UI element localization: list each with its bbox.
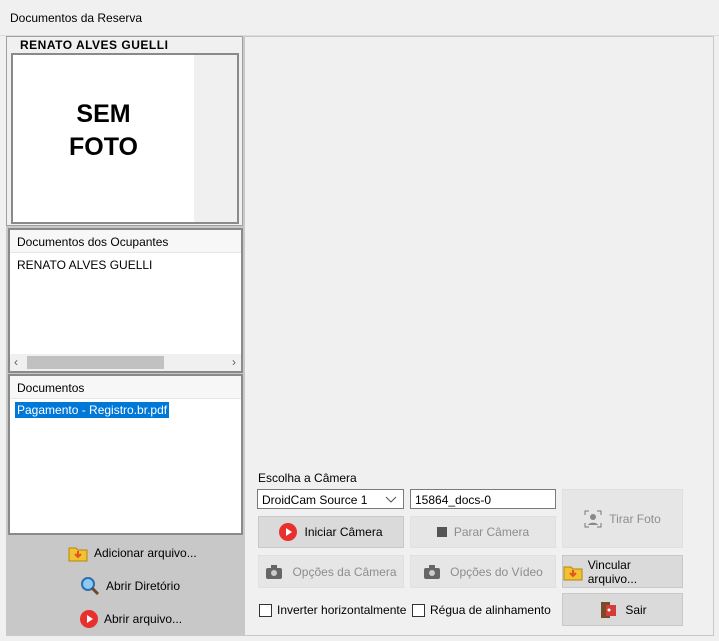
play-icon	[80, 610, 98, 628]
stop-camera-button[interactable]: Parar Câmera	[410, 516, 556, 548]
camera-gear-icon	[266, 564, 283, 579]
occupants-list[interactable]: Documentos dos Ocupantes RENATO ALVES GU…	[8, 228, 243, 373]
checkbox-box[interactable]	[412, 603, 425, 617]
alignment-ruler-checkbox[interactable]: Régua de alinhamento	[412, 603, 551, 617]
exit-door-icon	[601, 601, 617, 618]
list-item[interactable]: RENATO ALVES GUELLI	[17, 258, 152, 272]
video-options-button[interactable]: Opções do Vídeo	[410, 555, 556, 588]
take-photo-button[interactable]: Tirar Foto	[562, 489, 683, 548]
link-file-button[interactable]: Vincular arquivo...	[562, 555, 683, 588]
stop-icon	[436, 527, 447, 537]
documents-list[interactable]: Documentos Pagamento - Registro.br.pdf	[8, 374, 243, 535]
list-item[interactable]: Pagamento - Registro.br.pdf	[15, 402, 170, 418]
open-file-button[interactable]: Abrir arquivo...	[80, 607, 182, 631]
open-directory-button[interactable]: Abrir Diretório	[80, 574, 180, 598]
folder-download-icon	[68, 547, 88, 562]
camera-gear-icon	[424, 564, 441, 579]
chevron-down-icon	[385, 496, 397, 503]
occupants-header: Documentos dos Ocupantes	[10, 230, 241, 253]
title-bar: Documentos da Reserva	[0, 0, 719, 36]
choose-camera-label: Escolha a Câmera	[258, 471, 357, 485]
scroll-left-icon[interactable]: ‹	[14, 355, 18, 369]
guest-name: RENATO ALVES GUELLI	[20, 38, 169, 52]
exit-button[interactable]: Sair	[562, 593, 683, 626]
no-photo-text: SEM FOTO	[69, 100, 138, 161]
window-title: Documentos da Reserva	[10, 11, 143, 25]
checkbox-box[interactable]	[259, 603, 272, 617]
scroll-right-icon[interactable]: ›	[232, 355, 236, 369]
add-file-button[interactable]: Adicionar arquivo...	[68, 541, 197, 565]
right-edge	[714, 36, 719, 641]
scrollbar-thumb[interactable]	[27, 356, 164, 369]
folder-download-icon	[563, 566, 583, 580]
camera-preview	[246, 38, 712, 466]
camera-select[interactable]: DroidCam Source 1	[257, 489, 404, 509]
camera-options-button[interactable]: Opções da Câmera	[258, 555, 404, 588]
flip-horizontal-checkbox[interactable]: Inverter horizontalmente	[259, 603, 406, 617]
horizontal-scrollbar[interactable]: ‹ ›	[10, 354, 241, 371]
play-icon	[279, 523, 298, 541]
magnifier-icon	[81, 577, 100, 596]
start-camera-button[interactable]: Iniciar Câmera	[258, 516, 404, 548]
documents-header: Documentos	[10, 376, 241, 399]
filename-input[interactable]: 15864_docs-0	[410, 489, 556, 509]
face-scan-icon	[584, 510, 602, 527]
